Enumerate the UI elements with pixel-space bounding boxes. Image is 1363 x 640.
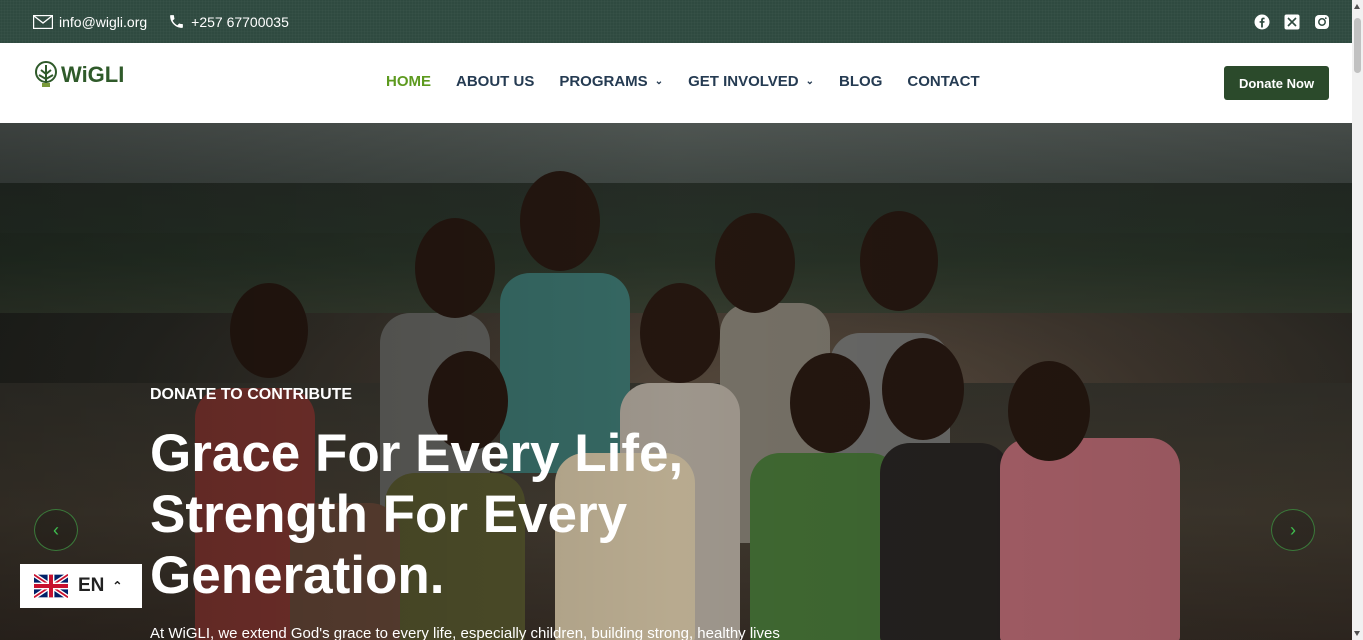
top-bar: info@wigli.org +257 67700035 <box>0 0 1352 43</box>
logo-text: WiGLI <box>61 62 125 87</box>
email-contact[interactable]: info@wigli.org <box>33 14 147 30</box>
uk-flag-icon <box>34 574 68 598</box>
facebook-icon[interactable] <box>1254 14 1270 30</box>
chevron-right-icon: › <box>1290 519 1296 540</box>
phone-text: +257 67700035 <box>191 13 289 30</box>
nav-get-involved[interactable]: GET INVOLVED ⌄ <box>688 73 814 90</box>
scrollbar-thumb[interactable] <box>1354 18 1361 73</box>
instagram-icon[interactable] <box>1314 14 1330 30</box>
tree-logo-icon <box>35 61 57 87</box>
nav-blog[interactable]: BLOG <box>839 73 882 90</box>
language-code: EN <box>78 575 105 596</box>
hero-headline: Grace For Every Life, Strength For Every… <box>150 423 790 606</box>
phone-contact[interactable]: +257 67700035 <box>168 13 289 30</box>
hero-slider: DONATE TO CONTRIBUTE Grace For Every Lif… <box>0 123 1352 640</box>
chevron-left-icon: ‹ <box>53 519 59 540</box>
chevron-down-icon: ⌄ <box>654 76 664 87</box>
page-scrollbar[interactable] <box>1352 0 1363 640</box>
site-logo[interactable]: WiGLI <box>33 61 124 89</box>
language-switcher[interactable]: EN ⌃ <box>20 564 142 608</box>
nav-about-us-label: ABOUT US <box>456 73 535 90</box>
hero-eyebrow: DONATE TO CONTRIBUTE <box>150 386 353 403</box>
hero-headline-line: Generation. <box>150 546 445 605</box>
nav-get-involved-label: GET INVOLVED <box>688 73 799 90</box>
scroll-up-icon[interactable] <box>1354 4 1360 9</box>
nav-home-label: HOME <box>386 73 431 90</box>
x-icon[interactable] <box>1284 14 1300 30</box>
nav-programs-label: PROGRAMS <box>559 73 648 90</box>
scroll-down-icon[interactable] <box>1354 631 1360 636</box>
slider-prev-button[interactable]: ‹ <box>34 509 78 551</box>
nav-contact[interactable]: CONTACT <box>907 73 979 90</box>
hero-headline-line: Strength For Every <box>150 485 628 544</box>
donate-now-button[interactable]: Donate Now <box>1224 66 1329 100</box>
chevron-down-icon: ⌄ <box>805 76 815 87</box>
social-links <box>1254 14 1330 30</box>
nav-contact-label: CONTACT <box>907 73 980 90</box>
nav-blog-label: BLOG <box>839 73 883 90</box>
nav-home[interactable]: HOME <box>386 73 431 90</box>
site-header: WiGLI HOME ABOUT US PROGRAMS ⌄ GET INVOL… <box>0 43 1352 123</box>
nav-about-us[interactable]: ABOUT US <box>456 73 534 90</box>
hero-headline-line: Grace For Every Life, <box>150 424 684 483</box>
email-text: info@wigli.org <box>59 13 148 30</box>
hero-subtext: At WiGLI, we extend God's grace to every… <box>150 625 780 640</box>
chevron-up-icon: ⌃ <box>112 579 123 593</box>
phone-icon <box>170 15 184 28</box>
mail-icon <box>33 14 53 29</box>
nav-programs[interactable]: PROGRAMS ⌄ <box>559 73 663 90</box>
slider-next-button[interactable]: › <box>1271 509 1315 551</box>
main-nav: HOME ABOUT US PROGRAMS ⌄ GET INVOLVED ⌄ … <box>386 73 980 90</box>
